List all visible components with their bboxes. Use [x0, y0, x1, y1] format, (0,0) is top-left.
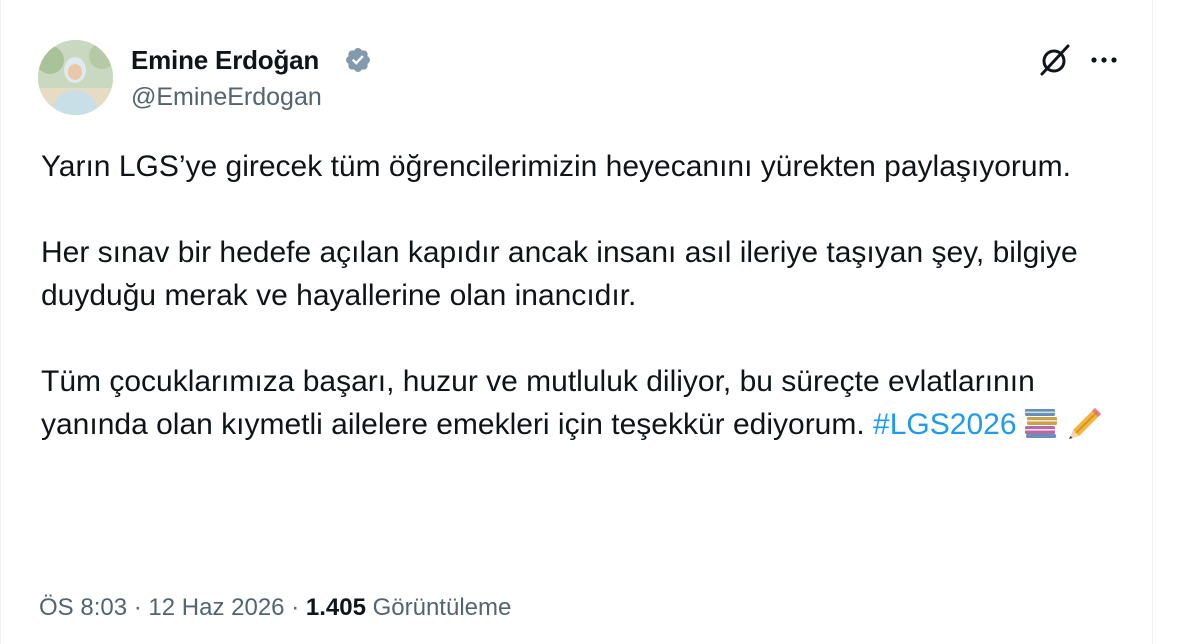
hashtag-link[interactable]: #LGS2026 — [873, 408, 1016, 441]
tweet-paragraph-2: Her sınav bir hedefe açılan kapıdır anca… — [41, 236, 1078, 312]
tweet-text: Yarın LGS’ye girecek tüm öğrencilerimizi… — [41, 145, 1121, 452]
verified-badge-icon[interactable] — [344, 46, 372, 74]
books-emoji-icon — [1023, 406, 1059, 452]
tweet-paragraph-3: Tüm çocuklarımıza başarı, huzur ve mutlu… — [41, 360, 1121, 452]
tweet-date[interactable]: 12 Haz 2026 — [148, 594, 284, 621]
author-handle[interactable]: @EmineErdogan — [131, 83, 322, 112]
meta-separator: · — [133, 594, 142, 621]
tweet-card: Emine Erdoğan @EmineErdogan Yarın LGS’ye… — [0, 0, 1153, 644]
pencil-emoji-icon — [1065, 406, 1103, 452]
grok-icon[interactable] — [1038, 43, 1072, 77]
avatar[interactable] — [38, 40, 113, 115]
views-count: 1.405 — [305, 594, 366, 621]
avatar-image — [38, 40, 113, 115]
views-label: Görüntüleme — [372, 594, 512, 621]
tweet-paragraph-1: Yarın LGS’ye girecek tüm öğrencilerimizi… — [41, 150, 1071, 183]
author-name[interactable]: Emine Erdoğan — [131, 45, 319, 76]
meta-separator: · — [291, 594, 300, 621]
more-icon[interactable] — [1086, 43, 1122, 77]
tweet-meta: ÖS 8:03 · 12 Haz 2026 · 1.405 Görüntülem… — [39, 594, 511, 622]
tweet-time[interactable]: ÖS 8:03 — [39, 594, 127, 621]
